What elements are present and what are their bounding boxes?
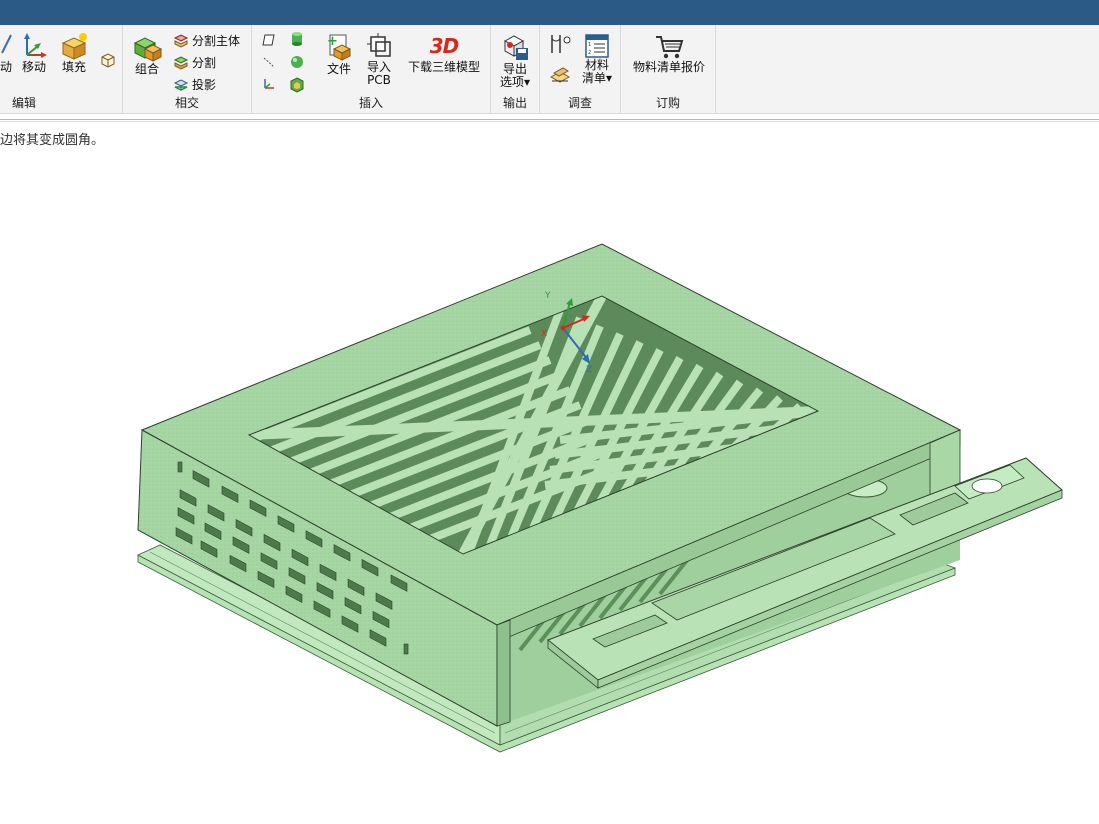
cylinder-icon[interactable] xyxy=(290,31,304,47)
mass-icon[interactable] xyxy=(548,63,572,85)
fill-icon xyxy=(61,33,87,60)
ribbon-group-insert: + 文件 导入 PCB 3D 下载三维模型 插入 xyxy=(252,25,491,113)
axis-x-label: X xyxy=(541,329,547,339)
bill-of-materials-button[interactable]: 1 2 材料 清单▾ xyxy=(578,33,616,85)
combine-button[interactable]: 组合 xyxy=(129,33,165,76)
ribbon-group-edit: 动 移动 填充 编辑 xyxy=(0,25,123,113)
insert-file-button[interactable]: + 文件 xyxy=(322,31,356,76)
cube-outline-icon xyxy=(101,53,115,68)
export-options-button[interactable]: 导出 选项▾ xyxy=(495,31,535,89)
export-icon xyxy=(503,35,528,60)
ribbon-divider xyxy=(0,119,1099,120)
split-body-button[interactable]: 分割主体 xyxy=(173,32,240,49)
measure-icon[interactable] xyxy=(548,33,572,55)
svg-text:2: 2 xyxy=(588,50,591,56)
axis-z-label: Z xyxy=(586,365,592,375)
origin-icon[interactable] xyxy=(262,77,276,91)
3d-viewport[interactable]: Y X Z xyxy=(0,140,1099,824)
partial-tool-button[interactable]: 动 xyxy=(0,31,12,74)
import-pcb-icon xyxy=(367,33,391,57)
bom-quote-button[interactable]: 物料清单报价 xyxy=(625,33,713,74)
ribbon-group-investigate: 1 2 材料 清单▾ 调查 xyxy=(540,25,621,113)
shell-icon[interactable] xyxy=(290,77,304,93)
insert-file-icon: + xyxy=(327,34,352,61)
plane-icon[interactable] xyxy=(262,33,276,47)
blend-button[interactable] xyxy=(98,51,118,69)
ribbon-group-order: 物料清单报价 订购 xyxy=(621,25,716,113)
combine-icon xyxy=(133,37,163,62)
split-button[interactable]: 分割 xyxy=(173,54,216,71)
title-bar xyxy=(0,0,1099,25)
axis-y-label: Y xyxy=(544,291,551,301)
pull-icon xyxy=(1,34,12,54)
shopping-cart-icon xyxy=(656,36,684,59)
move-button[interactable]: 移动 xyxy=(18,31,50,74)
sphere-icon[interactable] xyxy=(290,55,304,69)
project-icon xyxy=(173,78,189,91)
line-icon[interactable] xyxy=(262,55,276,69)
split-icon xyxy=(173,55,189,70)
fill-button[interactable]: 填充 xyxy=(57,31,91,74)
split-body-icon xyxy=(173,33,189,48)
ribbon-toolbar: 动 移动 填充 编辑 组合 分割主体 分割 投影 相交 + 文件 导入 PCB … xyxy=(0,25,1099,114)
ribbon-divider-light xyxy=(0,121,1099,122)
bom-list-icon: 1 2 xyxy=(585,34,609,58)
logo-3d-icon: 3D xyxy=(429,34,460,58)
svg-text:1: 1 xyxy=(588,42,591,48)
download-3d-model-button[interactable]: 3D 下载三维模型 xyxy=(404,31,484,74)
ribbon-group-intersect: 组合 分割主体 分割 投影 相交 xyxy=(123,25,252,113)
svg-text:+: + xyxy=(327,34,338,49)
project-button[interactable]: 投影 xyxy=(173,76,216,93)
ribbon-group-output: 导出 选项▾ 输出 xyxy=(491,25,540,113)
import-pcb-button[interactable]: 导入 PCB xyxy=(362,31,396,87)
move-icon xyxy=(24,33,47,58)
